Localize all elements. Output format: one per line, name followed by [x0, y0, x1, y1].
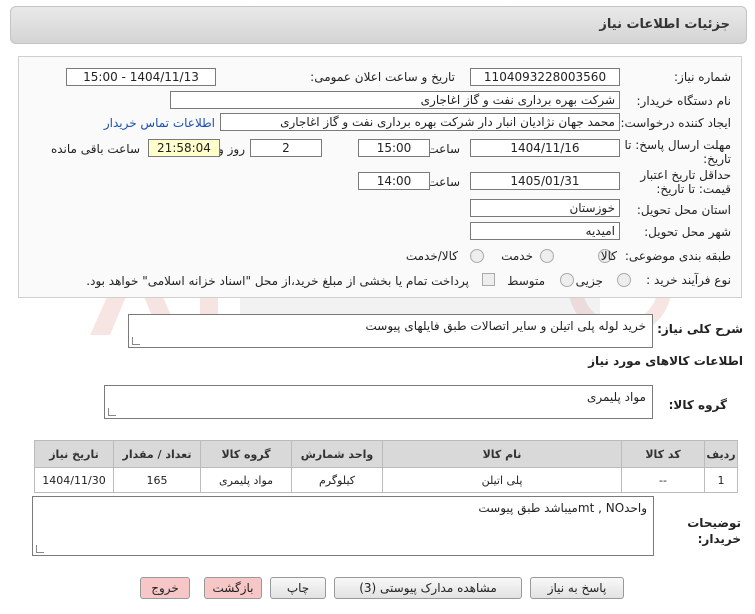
days-field: 2: [250, 139, 322, 157]
resize-handle-icon[interactable]: [132, 337, 140, 345]
goods-group-textarea: مواد پلیمری: [104, 385, 653, 419]
buyer-notes-textarea: واحدmt , NOمیباشد طبق پیوست: [32, 496, 654, 556]
page-title: جزئیات اطلاعات نیاز: [599, 17, 730, 32]
city-label: شهر محل تحویل:: [644, 225, 731, 239]
table-header-row: ردیف کد کالا نام کالا واحد شمارش گروه کا…: [34, 440, 738, 468]
validity-time-field: 14:00: [358, 172, 430, 190]
remaining-time-field: 21:58:04: [148, 139, 220, 157]
validity-label: حداقل تاریخ اعتبار: [640, 168, 731, 182]
buyer-notes-label-2: خریدار:: [697, 532, 741, 546]
days-label: روز و: [218, 142, 245, 156]
col-header-unit: واحد شمارش: [291, 440, 383, 468]
category-radio-service[interactable]: [540, 249, 554, 263]
treasury-payment-checkbox[interactable]: [482, 273, 495, 286]
cell-item-name: پلی اتیلن: [382, 467, 622, 493]
process-radio-minor[interactable]: [617, 273, 631, 287]
col-header-item-name: نام کالا: [382, 440, 622, 468]
summary-text: خرید لوله پلی اتیلن و سایر اتصالات طبق ف…: [365, 319, 646, 333]
remaining-label: ساعت باقی مانده: [50, 142, 140, 156]
deadline-label-2: تاریخ:: [703, 152, 731, 166]
cell-need-date: 1404/11/30: [34, 467, 114, 493]
process-radio-medium[interactable]: [560, 273, 574, 287]
goods-table: ردیف کد کالا نام کالا واحد شمارش گروه کا…: [34, 440, 738, 493]
category-radio-goods-service[interactable]: [470, 249, 484, 263]
col-header-quantity: تعداد / مقدار: [113, 440, 201, 468]
announce-datetime-field: 1404/11/13 - 15:00: [66, 68, 216, 86]
category-option-service: خدمت: [501, 249, 533, 263]
creator-field: محمد جهان نژادیان انبار دار شرکت بهره بر…: [220, 113, 620, 131]
treasury-payment-note: پرداخت تمام یا بخشی از مبلغ خرید،از محل …: [86, 274, 469, 288]
category-option-goods-service: کالا/خدمت: [405, 249, 458, 263]
deadline-label: مهلت ارسال پاسخ: تا: [624, 138, 731, 152]
validity-label-2: قیمت: تا تاریخ:: [656, 182, 731, 196]
cell-unit: کیلوگرم: [291, 467, 383, 493]
col-header-group: گروه کالا: [200, 440, 292, 468]
goods-info-title: اطلاعات کالاهای مورد نیاز: [588, 354, 743, 368]
view-documents-button[interactable]: مشاهده مدارک پیوستی (3): [334, 577, 522, 599]
need-number-label: شماره نیاز:: [674, 70, 731, 84]
buyer-notes-label: توضیحات: [687, 516, 741, 530]
need-number-field: 1104093228003560: [470, 68, 620, 86]
summary-textarea: خرید لوله پلی اتیلن و سایر اتصالات طبق ف…: [128, 314, 653, 348]
process-option-medium: متوسط: [507, 274, 545, 288]
exit-button[interactable]: خروج: [140, 577, 190, 599]
buyer-contact-link[interactable]: اطلاعات تماس خریدار: [104, 116, 215, 130]
province-label: استان محل تحویل:: [636, 203, 731, 217]
col-header-item-code: کد کالا: [621, 440, 705, 468]
resize-handle-icon[interactable]: [36, 545, 44, 553]
cell-item-code: --: [621, 467, 705, 493]
deadline-time-label: ساعت: [427, 142, 460, 156]
col-header-row-number: ردیف: [704, 440, 738, 468]
cell-quantity: 165: [113, 467, 201, 493]
summary-label: شرح کلی نیاز:: [657, 322, 743, 336]
goods-group-text: مواد پلیمری: [586, 390, 646, 404]
process-label: نوع فرآیند خرید :: [646, 273, 731, 287]
cell-group: مواد پلیمری: [200, 467, 292, 493]
category-label: طبقه بندی موضوعی:: [624, 249, 731, 263]
category-option-goods: کالا: [600, 249, 617, 263]
table-row: 1 -- پلی اتیلن کیلوگرم مواد پلیمری 165 1…: [34, 467, 738, 493]
deadline-time-field: 15:00: [358, 139, 430, 157]
province-field: خوزستان: [470, 199, 620, 217]
announce-label: تاریخ و ساعت اعلان عمومی:: [310, 70, 455, 84]
deadline-date-field: 1404/11/16: [470, 139, 620, 157]
back-button[interactable]: بازگشت: [204, 577, 262, 599]
page-header: جزئیات اطلاعات نیاز: [10, 6, 747, 44]
buyer-org-label: نام دستگاه خریدار:: [636, 94, 732, 108]
validity-date-field: 1405/01/31: [470, 172, 620, 190]
cell-row-number: 1: [704, 467, 738, 493]
print-button[interactable]: چاپ: [270, 577, 326, 599]
buyer-notes-text: واحدmt , NOمیباشد طبق پیوست: [478, 501, 647, 515]
resize-handle-icon[interactable]: [108, 408, 116, 416]
city-field: امیدیه: [470, 222, 620, 240]
creator-label: ایجاد کننده درخواست:: [620, 116, 731, 130]
goods-group-label: گروه کالا:: [668, 398, 727, 412]
process-option-minor: جزیی: [575, 274, 603, 288]
validity-time-label: ساعت: [427, 175, 460, 189]
buyer-org-field: شرکت بهره برداری نفت و گاز اغاجاری: [170, 91, 620, 109]
col-header-need-date: تاریخ نیاز: [34, 440, 114, 468]
reply-button[interactable]: پاسخ به نیاز: [530, 577, 624, 599]
